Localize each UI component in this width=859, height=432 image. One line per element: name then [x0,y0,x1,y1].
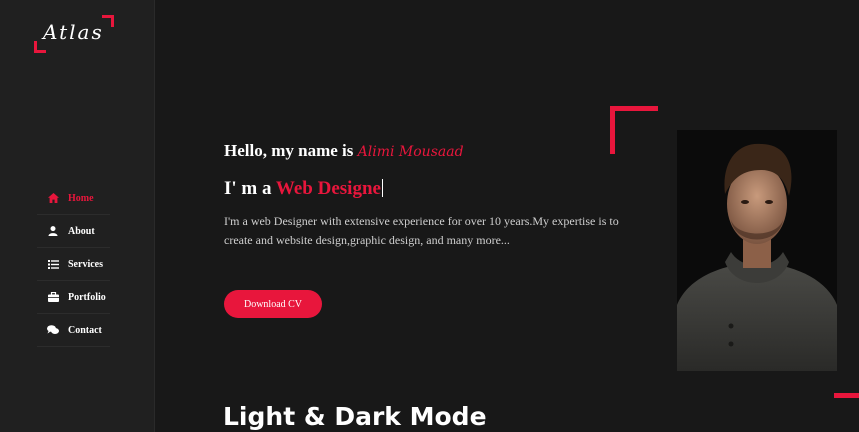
logo[interactable]: Atlas [33,14,115,54]
sidebar: Atlas Home About Services Portfolio Cont… [0,0,155,432]
role-typed-word: Web Designe [275,178,381,199]
main-content: Hello, my name is Alimi Mousaad I' m a W… [155,0,859,432]
user-icon [43,226,63,236]
nav-item-services[interactable]: Services [37,248,110,281]
nav-item-contact[interactable]: Contact [37,314,110,347]
nav-item-home[interactable]: Home [37,182,110,215]
decorative-accent-bar [834,393,859,398]
role-prefix: I' m a [224,178,276,199]
nav-item-label: Services [68,258,103,270]
profile-photo [677,130,837,371]
nav-item-label: Portfolio [68,291,106,303]
download-cv-button[interactable]: Download CV [224,290,322,318]
hero-description: I'm a web Designer with extensive experi… [224,214,619,247]
typing-cursor [381,179,383,197]
nav-item-label: About [68,225,95,237]
briefcase-icon [43,292,63,302]
nav-item-label: Contact [68,324,102,336]
greeting-text: Hello, my name is [224,141,358,160]
nav-item-label: Home [68,192,94,204]
hero-role: I' m a Web Designe [224,178,383,200]
nav-item-portfolio[interactable]: Portfolio [37,281,110,314]
list-icon [43,259,63,269]
sidebar-nav: Home About Services Portfolio Contact [37,182,110,347]
home-icon [43,193,63,203]
chat-icon [43,325,63,335]
hero-name: Alimi Mousaad [357,144,464,160]
nav-item-about[interactable]: About [37,215,110,248]
decorative-frame-corner [610,106,658,154]
hero-greeting: Hello, my name is Alimi Mousaad [224,141,464,161]
logo-text: Atlas [43,20,104,44]
section-title: Light & Dark Mode [223,402,487,431]
